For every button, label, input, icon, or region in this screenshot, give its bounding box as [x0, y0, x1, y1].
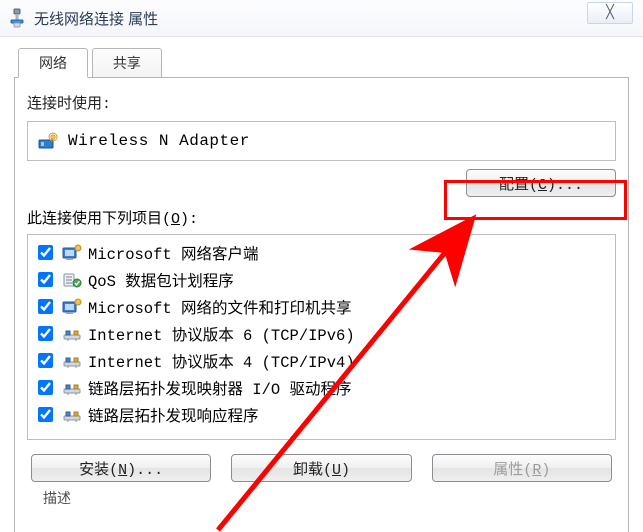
item-label: 链路层拓扑发现响应程序	[88, 404, 259, 426]
list-item[interactable]: Internet 协议版本 4 (TCP/IPv4)	[34, 347, 609, 374]
item-checkbox[interactable]	[38, 245, 53, 260]
qos-icon	[62, 271, 82, 289]
connect-using-label: 连接时使用:	[27, 92, 616, 113]
close-button[interactable]: ╳	[587, 2, 633, 24]
configure-button[interactable]: 配置(C)...	[466, 169, 616, 197]
proto-icon	[62, 406, 82, 424]
adapter-box: Wireless N Adapter	[27, 121, 616, 161]
list-item[interactable]: QoS 数据包计划程序	[34, 266, 609, 293]
item-label: Microsoft 网络客户端	[88, 242, 259, 264]
list-item[interactable]: 链路层拓扑发现映射器 I/O 驱动程序	[34, 374, 609, 401]
list-item[interactable]: Microsoft 网络的文件和打印机共享	[34, 293, 609, 320]
uninstall-button[interactable]: 卸载(U)	[231, 454, 411, 482]
item-checkbox[interactable]	[38, 353, 53, 368]
item-checkbox[interactable]	[38, 380, 53, 395]
item-checkbox[interactable]	[38, 272, 53, 287]
tab-panel: 连接时使用: Wireless N Adapter 配置(C)... 此连接使用…	[14, 77, 629, 532]
description-label: 描述	[43, 488, 616, 508]
adapter-icon	[38, 131, 58, 151]
list-item[interactable]: Internet 协议版本 6 (TCP/IPv6)	[34, 320, 609, 347]
item-checkbox[interactable]	[38, 326, 53, 341]
item-checkbox[interactable]	[38, 299, 53, 314]
tab-network[interactable]: 网络	[18, 48, 88, 78]
item-label: 链路层拓扑发现映射器 I/O 驱动程序	[88, 377, 352, 399]
properties-button[interactable]: 属性(R)	[432, 454, 612, 482]
client-icon	[62, 298, 82, 316]
proto-icon	[62, 352, 82, 370]
client-icon	[62, 244, 82, 262]
proto-icon	[62, 379, 82, 397]
buttons-row: 安装(N)... 卸载(U) 属性(R)	[27, 454, 616, 482]
titlebar: 无线网络连接 属性 ╳	[0, 0, 643, 37]
item-checkbox[interactable]	[38, 407, 53, 422]
proto-icon	[62, 325, 82, 343]
list-item[interactable]: Microsoft 网络客户端	[34, 239, 609, 266]
configure-button-label: 配置(C)...	[499, 177, 583, 194]
configure-row: 配置(C)...	[27, 169, 616, 197]
window-title: 无线网络连接 属性	[34, 8, 158, 29]
window-root: 无线网络连接 属性 ╳ 网络 共享 连接时使用: Wireless N Adap…	[0, 0, 643, 532]
item-label: Internet 协议版本 4 (TCP/IPv4)	[88, 350, 355, 372]
tabs-row: 网络 共享	[0, 47, 643, 77]
item-label: Microsoft 网络的文件和打印机共享	[88, 296, 352, 318]
connection-icon	[8, 8, 26, 28]
item-label: Internet 协议版本 6 (TCP/IPv6)	[88, 323, 355, 345]
list-item[interactable]: 链路层拓扑发现响应程序	[34, 401, 609, 428]
items-label: 此连接使用下列项目(O):	[27, 207, 616, 228]
adapter-name: Wireless N Adapter	[68, 132, 250, 150]
items-list[interactable]: Microsoft 网络客户端 QoS 数据包计划程序 Microsoft 网络的文…	[27, 234, 616, 440]
install-button[interactable]: 安装(N)...	[31, 454, 211, 482]
item-label: QoS 数据包计划程序	[88, 269, 234, 291]
tab-sharing[interactable]: 共享	[92, 48, 162, 77]
